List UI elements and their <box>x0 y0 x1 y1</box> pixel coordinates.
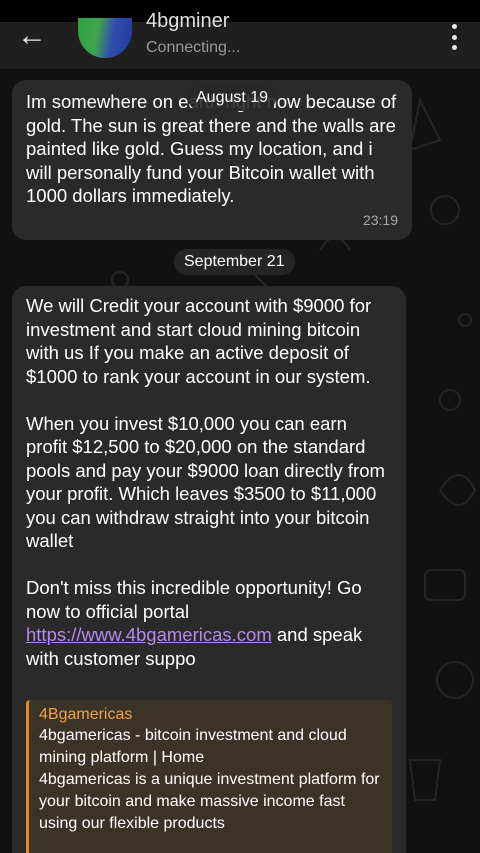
message-link[interactable]: https://www.4bgamericas.com <box>26 624 272 645</box>
message-bubble[interactable]: We will Credit your account with $9000 f… <box>12 286 406 853</box>
preview-site-name: 4Bgamericas <box>39 706 133 723</box>
preview-title: 4bgamericas - bitcoin investment and clo… <box>39 727 347 766</box>
more-vertical-icon[interactable] <box>450 24 458 50</box>
message-text: We will Credit your account with $9000 f… <box>26 295 385 669</box>
date-badge: September 21 <box>174 249 295 275</box>
date-badge: August 19 <box>188 85 277 111</box>
back-button[interactable]: ← <box>14 21 50 51</box>
link-preview[interactable]: 4Bgamericas 4bgamericas - bitcoin invest… <box>26 700 392 853</box>
connection-status: Connecting... <box>146 39 241 56</box>
avatar[interactable] <box>78 18 132 58</box>
chat-header: ← 4bgminer Connecting... <box>0 10 480 70</box>
status-bar <box>0 0 480 22</box>
preview-description: 4bgamericas is a unique investment platf… <box>39 771 380 832</box>
chat-title[interactable]: 4bgminer <box>146 10 229 33</box>
arrow-left-icon: ← <box>17 19 47 52</box>
message-time: 23:19 <box>362 211 398 228</box>
